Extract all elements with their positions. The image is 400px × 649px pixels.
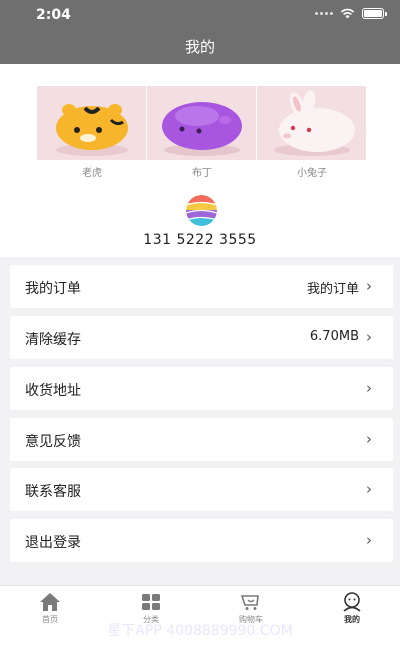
menu-label: 收货地址 (25, 383, 81, 399)
product-item-tiger[interactable]: 老虎 (37, 86, 147, 179)
menu-item-feedback[interactable]: 意见反馈 › (10, 418, 393, 461)
menu-item-my-orders[interactable]: 我的订单 我的订单 › (10, 265, 393, 308)
tab-category[interactable]: 分类 (121, 592, 181, 625)
product-image-pudding (147, 86, 257, 160)
menu-value: 6.70MB (309, 329, 359, 344)
product-strip: 老虎 布丁 小兔子 (37, 86, 367, 179)
menu-item-clear-cache[interactable]: 清除缓存 6.70MB › (10, 316, 393, 359)
battery-icon (362, 8, 387, 19)
user-phone: 131 5222 3555 (143, 232, 257, 248)
tab-bar: 首页 分类 购物车 我的 (0, 585, 400, 649)
status-bar: 2:04 (0, 0, 400, 30)
nav-bar: 我的 (0, 30, 400, 64)
signal-icon (315, 12, 333, 15)
product-name: 老虎 (82, 168, 102, 179)
product-image-tiger (37, 86, 147, 160)
status-icons (315, 8, 387, 19)
product-item-bunny[interactable]: 小兔子 (257, 86, 367, 179)
product-image-bunny (257, 86, 367, 160)
menu-label: 我的订单 (25, 281, 81, 297)
chevron-right-icon: › (366, 430, 372, 448)
status-time: 2:04 (36, 7, 71, 23)
product-name: 布丁 (192, 168, 212, 179)
page-title: 我的 (184, 38, 215, 56)
chevron-right-icon: › (366, 531, 372, 549)
product-item-pudding[interactable]: 布丁 (147, 86, 257, 179)
tab-label: 首页 (42, 615, 58, 624)
home-icon (40, 593, 60, 611)
product-name: 小兔子 (297, 168, 327, 179)
profile-header: 老虎 布丁 小兔子 131 5222 3555 (0, 64, 400, 257)
tab-home[interactable]: 首页 (20, 592, 80, 625)
tab-profile[interactable]: 我的 (322, 592, 382, 625)
menu-label: 意见反馈 (25, 434, 81, 450)
menu-value: 我的订单 (306, 282, 359, 297)
tab-label: 我的 (344, 615, 360, 624)
menu-item-logout[interactable]: 退出登录 › (10, 519, 393, 562)
tab-cart[interactable]: 购物车 (221, 592, 281, 625)
cart-icon (240, 595, 259, 610)
menu-label: 联系客服 (25, 484, 81, 500)
menu-item-shipping-address[interactable]: 收货地址 › (10, 367, 393, 410)
chevron-right-icon: › (366, 480, 372, 498)
category-icon (142, 594, 160, 610)
tab-label: 购物车 (239, 615, 263, 624)
menu-label: 清除缓存 (25, 332, 81, 348)
app-logo (186, 195, 217, 226)
chevron-right-icon: › (366, 277, 372, 295)
chevron-right-icon: › (366, 328, 372, 346)
wifi-icon (340, 8, 355, 19)
chevron-right-icon: › (366, 379, 372, 397)
profile-icon (343, 592, 361, 612)
menu-item-contact-support[interactable]: 联系客服 › (10, 468, 393, 511)
menu-label: 退出登录 (25, 535, 81, 551)
tab-label: 分类 (143, 615, 159, 624)
